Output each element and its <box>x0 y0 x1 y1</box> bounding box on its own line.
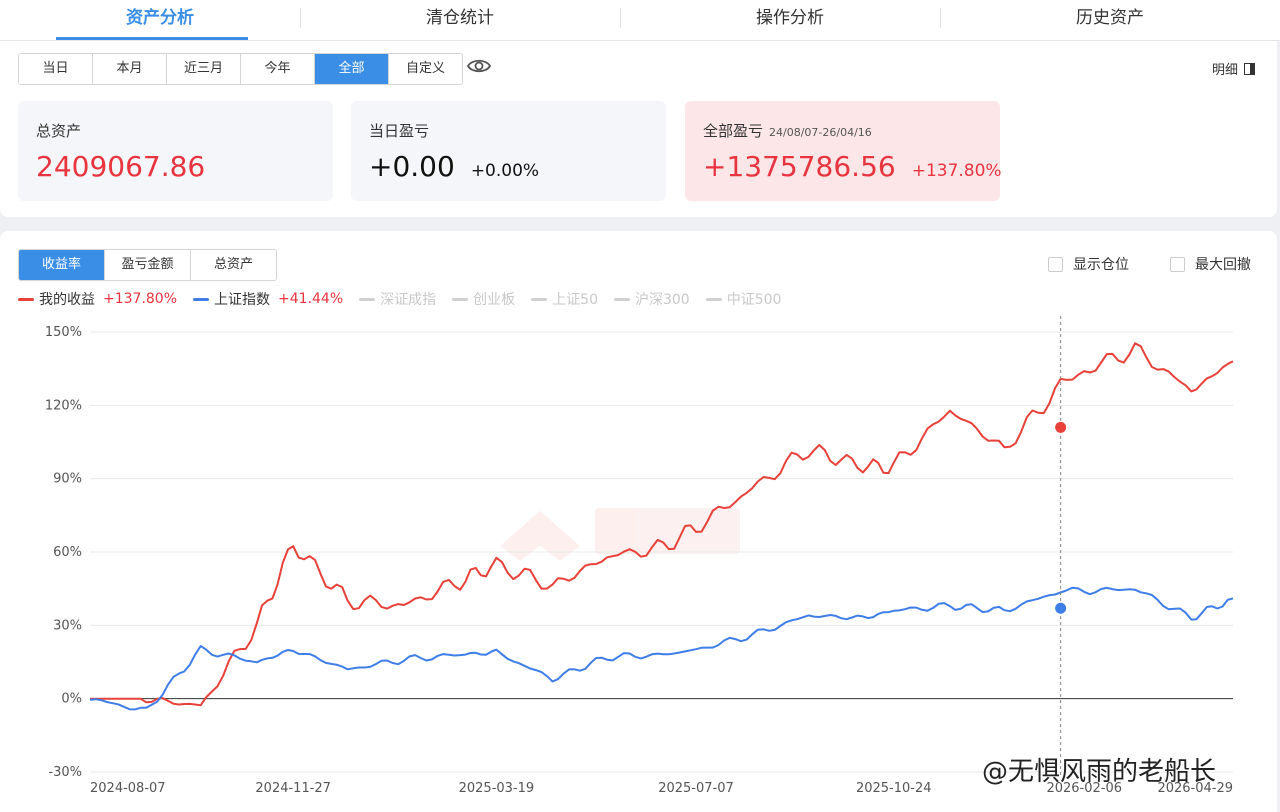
legend-item-sse[interactable]: 上证指数 +41.44% <box>193 289 343 309</box>
legend-name: 创业板 <box>473 292 516 308</box>
summary-panel: 当日 本月 近三月 今年 全部 自定义 明细 总资产 2409067.86 当日… <box>0 41 1277 217</box>
total-assets-value: 2409067.86 <box>36 150 206 183</box>
daily-pnl-card: 当日盈亏 +0.00 +0.00% <box>351 101 666 201</box>
eye-icon[interactable] <box>467 57 491 75</box>
daily-pnl-label: 当日盈亏 <box>369 122 430 140</box>
tab-clearance-stats[interactable]: 清仓统计 <box>300 0 620 40</box>
tab-history-assets[interactable]: 历史资产 <box>950 0 1270 40</box>
y-tick-label: 60% <box>53 545 82 560</box>
max-drawdown-checkbox[interactable]: 最大回撤 <box>1170 254 1251 274</box>
chart-panel: 收益率 盈亏金额 总资产 显示仓位 最大回撤 我的收益 +137.80% 上证指数… <box>0 231 1277 812</box>
y-tick-label: 30% <box>53 618 82 633</box>
total-pnl-card: 全部盈亏 24/08/07-26/04/16 +1375786.56 +137.80… <box>685 101 1002 201</box>
legend-name: 上证指数 <box>214 292 271 308</box>
daily-pnl-pct: +0.00% <box>470 161 540 181</box>
x-tick-label: 2025-10-24 <box>856 781 932 796</box>
total-pnl-range: 24/08/07-26/04/16 <box>769 126 872 139</box>
checkbox-box <box>1048 256 1063 272</box>
chart-legend: 我的收益 +137.80% 上证指数 +41.44% 深证成指 创业板 上证50 沪… <box>18 289 797 309</box>
daily-pnl-value: +0.00 <box>369 150 455 183</box>
total-pnl-label-row: 全部盈亏 24/08/07-26/04/16 <box>703 120 872 141</box>
legend-item-my-return[interactable]: 我的收益 +137.80% <box>18 289 177 309</box>
total-pnl-pct: +137.80% <box>911 161 1002 181</box>
total-pnl-label: 全部盈亏 <box>703 122 764 140</box>
legend-name: 上证50 <box>552 292 598 308</box>
show-position-label: 显示仓位 <box>1073 257 1129 273</box>
period-custom-button[interactable]: 自定义 <box>389 54 462 84</box>
metric-total-assets-button[interactable]: 总资产 <box>191 250 276 280</box>
total-assets-label: 总资产 <box>36 122 82 140</box>
y-tick-label: 90% <box>53 472 82 487</box>
period-today-button[interactable]: 当日 <box>19 54 93 84</box>
y-tick-label: 150% <box>45 325 82 340</box>
crosshair-point <box>1055 421 1067 433</box>
period-3months-button[interactable]: 近三月 <box>167 54 241 84</box>
daily-pnl-row: +0.00 +0.00% <box>369 150 539 183</box>
metric-pnl-amount-button[interactable]: 盈亏金额 <box>105 250 191 280</box>
metric-return-rate-button[interactable]: 收益率 <box>19 250 105 280</box>
x-tick-label: 2024-11-27 <box>255 781 331 796</box>
detail-toggle[interactable]: 明细 <box>1212 59 1255 78</box>
period-year-button[interactable]: 今年 <box>241 54 315 84</box>
tab-divider <box>620 8 621 28</box>
legend-name: 沪深300 <box>634 292 690 308</box>
tab-asset-analysis[interactable]: 资产分析 <box>0 0 320 40</box>
legend-name: 中证500 <box>726 292 782 308</box>
top-tab-bar: 资产分析 清仓统计 操作分析 历史资产 <box>0 0 1280 41</box>
legend-swatch <box>359 297 376 301</box>
crosshair-point <box>1055 602 1067 614</box>
y-tick-label: 120% <box>45 398 82 413</box>
return-chart-svg: 150% 120% 90% 60% 30% 0% -30% 2024-08-07 2024-11… <box>45 316 1234 796</box>
legend-item-szse[interactable]: 深证成指 <box>359 289 436 309</box>
legend-item-csi500[interactable]: 中证500 <box>705 289 782 309</box>
legend-swatch <box>613 297 630 301</box>
legend-name: 我的收益 <box>39 292 95 308</box>
x-tick-label: 2025-07-07 <box>658 781 734 796</box>
legend-swatch <box>531 297 548 301</box>
x-tick-label: 2024-08-07 <box>90 781 166 796</box>
tab-divider <box>940 8 941 28</box>
total-assets-card: 总资产 2409067.86 <box>18 101 333 201</box>
total-pnl-row: +1375786.56 +137.80% <box>703 150 1002 183</box>
legend-item-sse50[interactable]: 上证50 <box>531 289 598 309</box>
legend-swatch <box>18 297 34 301</box>
active-tab-indicator <box>56 37 248 40</box>
legend-value: +137.80% <box>103 291 178 307</box>
period-all-button[interactable]: 全部 <box>315 54 389 84</box>
checkbox-box <box>1170 256 1185 272</box>
panel-toggle-icon <box>1244 62 1255 75</box>
y-tick-label: -30% <box>48 765 82 780</box>
legend-swatch <box>705 297 722 301</box>
return-chart[interactable]: 150% 120% 90% 60% 30% 0% -30% 2024-08-07 2024-11… <box>0 316 1277 812</box>
total-pnl-value: +1375786.56 <box>703 150 896 183</box>
legend-swatch <box>452 297 469 301</box>
legend-item-csi300[interactable]: 沪深300 <box>613 289 690 309</box>
period-month-button[interactable]: 本月 <box>93 54 167 84</box>
metric-selector: 收益率 盈亏金额 总资产 <box>18 249 277 281</box>
x-tick-label: 2025-03-19 <box>459 781 535 796</box>
author-watermark: @无惧风雨的老船长 <box>982 757 1217 787</box>
legend-swatch <box>193 297 210 301</box>
period-selector: 当日 本月 近三月 今年 全部 自定义 <box>18 53 463 85</box>
detail-label: 明细 <box>1211 63 1238 78</box>
legend-item-chinext[interactable]: 创业板 <box>452 289 515 309</box>
y-tick-label: 0% <box>61 692 82 707</box>
max-drawdown-label: 最大回撤 <box>1195 257 1251 273</box>
tab-operation-analysis[interactable]: 操作分析 <box>630 0 950 40</box>
show-position-checkbox[interactable]: 显示仓位 <box>1048 254 1129 274</box>
legend-name: 深证成指 <box>380 292 437 308</box>
legend-value: +41.44% <box>278 291 344 307</box>
